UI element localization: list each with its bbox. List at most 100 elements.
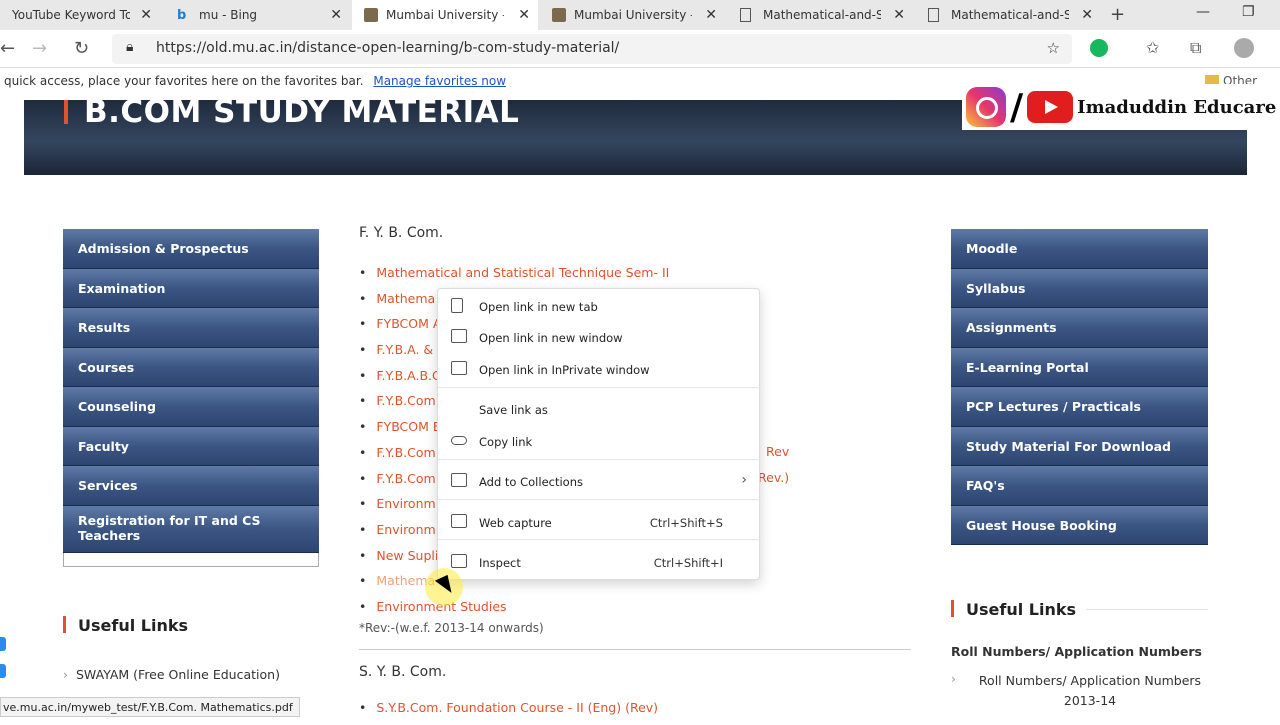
copy-link-icon	[451, 436, 467, 445]
nav-moodle[interactable]: Moodle	[951, 229, 1208, 269]
context-menu: Open link in new tab Open link in new wi…	[437, 288, 761, 580]
menu-separator	[438, 387, 761, 388]
menu-label: Copy link	[479, 435, 533, 449]
revision-note: *Rev:-(w.e.f. 2013-14 onwards)	[359, 620, 544, 635]
new-tab-icon	[451, 298, 463, 313]
list-item[interactable]: S.Y.B.Com. Foundation Course - II (Eng) …	[359, 700, 919, 725]
nav-faqs[interactable]: FAQ's	[951, 466, 1208, 506]
address-toolbar: ← → ↻ 🔒︎ https://old.mu.ac.in/distance-o…	[0, 30, 1280, 68]
menu-label: Open link in new tab	[479, 300, 598, 314]
nav-courses[interactable]: Courses	[63, 347, 319, 387]
nav-bottom-stub	[63, 552, 319, 567]
minimize-icon[interactable]: —	[1196, 4, 1210, 20]
menu-separator	[438, 539, 761, 540]
grammarly-icon[interactable]	[1090, 39, 1108, 57]
useful-link-roll-numbers[interactable]: › Roll Numbers/ Application Numbers 2013-…	[951, 671, 1211, 711]
tab-mumbai-university[interactable]: Mumbai University – En ✕	[540, 0, 725, 30]
nav-pcp-lectures[interactable]: PCP Lectures / Practicals	[951, 387, 1208, 427]
nav-counseling[interactable]: Counseling	[63, 387, 319, 427]
menu-label: Open link in new window	[479, 331, 623, 345]
nav-study-material[interactable]: Study Material For Download	[951, 426, 1208, 466]
close-tab-icon[interactable]: ✕	[893, 7, 905, 23]
title-accent	[64, 100, 68, 124]
forward-icon[interactable]: →	[32, 38, 47, 59]
new-tab-icon[interactable]: +	[1110, 4, 1125, 25]
document-icon	[740, 8, 751, 22]
nav-admission-prospectus[interactable]: Admission & Prospectus	[63, 229, 319, 269]
menu-add-to-collections[interactable]: Add to Collections ›	[438, 466, 761, 496]
list-item[interactable]: Mathematical and Statistical Technique S…	[359, 265, 919, 291]
section-divider	[359, 648, 911, 650]
close-tab-icon[interactable]: ✕	[518, 7, 530, 23]
menu-label: Save link as	[479, 403, 548, 417]
side-tab-indicator[interactable]	[0, 664, 6, 678]
link-text: SWAYAM (Free Online Education)	[76, 667, 280, 682]
chevron-right-icon: ›	[63, 667, 68, 682]
channel-branding: / Imaduddin Educare	[962, 84, 1280, 130]
close-tab-icon[interactable]: ✕	[140, 7, 152, 23]
tab-pdf-2[interactable]: Mathematical-and-Stat ✕	[916, 0, 1101, 30]
tab-youtube-keyword-tool[interactable]: YouTube Keyword Tool ✕	[0, 0, 160, 30]
heading-text: Useful Links	[78, 616, 189, 635]
channel-name: Imaduddin Educare	[1077, 96, 1277, 118]
favorites-icon[interactable]: ✩	[1146, 38, 1159, 57]
useful-links-heading-right: Useful Links	[951, 600, 1076, 619]
tab-title: mu - Bing	[199, 8, 258, 22]
nav-e-learning-portal[interactable]: E-Learning Portal	[951, 347, 1208, 387]
nav-results[interactable]: Results	[63, 308, 319, 348]
inprivate-icon	[451, 361, 467, 375]
tab-title: Mumbai University – En	[574, 8, 692, 22]
menu-copy-link[interactable]: Copy link	[438, 426, 761, 456]
menu-open-new-window[interactable]: Open link in new window	[438, 322, 761, 352]
menu-inspect[interactable]: Inspect Ctrl+Shift+I	[438, 547, 761, 577]
nav-services[interactable]: Services	[63, 466, 319, 506]
heading-accent	[63, 616, 66, 633]
restore-icon[interactable]: ❐	[1242, 4, 1255, 20]
chevron-right-icon: ›	[951, 671, 956, 686]
instagram-icon	[966, 87, 1006, 127]
menu-open-new-tab[interactable]: Open link in new tab	[438, 291, 761, 321]
useful-link-swayam[interactable]: › SWAYAM (Free Online Education)	[63, 667, 280, 682]
menu-open-inprivate[interactable]: Open link in InPrivate window	[438, 354, 761, 384]
tab-pdf-1[interactable]: Mathematical-and-Stat ✕	[728, 0, 913, 30]
close-tab-icon[interactable]: ✕	[705, 7, 717, 23]
nav-assignments[interactable]: Assignments	[951, 308, 1208, 348]
side-tab-indicator[interactable]	[0, 637, 6, 651]
roll-numbers-subheading: Roll Numbers/ Application Numbers	[951, 644, 1202, 659]
menu-web-capture[interactable]: Web capture Ctrl+Shift+S	[438, 507, 761, 537]
page-title: B.COM STUDY MATERIAL	[84, 94, 520, 130]
university-icon	[552, 8, 566, 22]
web-capture-icon	[451, 514, 467, 528]
nav-guest-house-booking[interactable]: Guest House Booking	[951, 505, 1208, 545]
close-tab-icon[interactable]: ✕	[1081, 7, 1093, 23]
profile-avatar[interactable]	[1234, 38, 1254, 58]
refresh-icon[interactable]: ↻	[74, 38, 89, 59]
nav-faculty[interactable]: Faculty	[63, 426, 319, 466]
menu-shortcut: Ctrl+Shift+S	[649, 516, 723, 530]
nav-registration-teachers[interactable]: Registration for IT and CS Teachers	[63, 505, 319, 553]
bing-icon: b	[177, 8, 187, 23]
back-icon[interactable]: ←	[0, 38, 15, 59]
link-tail[interactable]: Rev.)	[758, 470, 789, 485]
right-nav: Moodle Syllabus Assignments E-Learning P…	[951, 229, 1208, 545]
document-icon	[928, 8, 939, 22]
tab-title: Mathematical-and-Stat	[951, 8, 1069, 22]
tab-bing[interactable]: b mu - Bing ✕	[165, 0, 350, 30]
link-status-bar: ve.mu.ac.in/myweb_test/F.Y.B.Com. Mathem…	[0, 697, 300, 717]
menu-label: Inspect	[479, 556, 521, 570]
tab-mumbai-university-active[interactable]: Mumbai University – En ✕	[352, 0, 538, 30]
collections-icon[interactable]: ⧉	[1190, 38, 1201, 58]
star-icon[interactable]: ☆	[1047, 39, 1060, 57]
link-tail[interactable]: Rev	[766, 444, 789, 459]
menu-shortcut: Ctrl+Shift+I	[653, 556, 723, 570]
nav-examination[interactable]: Examination	[63, 268, 319, 308]
nav-syllabus[interactable]: Syllabus	[951, 268, 1208, 308]
menu-save-link-as[interactable]: Save link as	[438, 394, 761, 424]
manage-favorites-link[interactable]: Manage favorites now	[373, 74, 506, 88]
university-icon	[364, 8, 378, 22]
menu-separator	[438, 499, 761, 500]
menu-label: Web capture	[479, 516, 552, 530]
close-tab-icon[interactable]: ✕	[330, 7, 342, 23]
url-field[interactable]: 🔒︎ https://old.mu.ac.in/distance-open-le…	[112, 34, 1072, 64]
heading-accent	[951, 600, 954, 617]
